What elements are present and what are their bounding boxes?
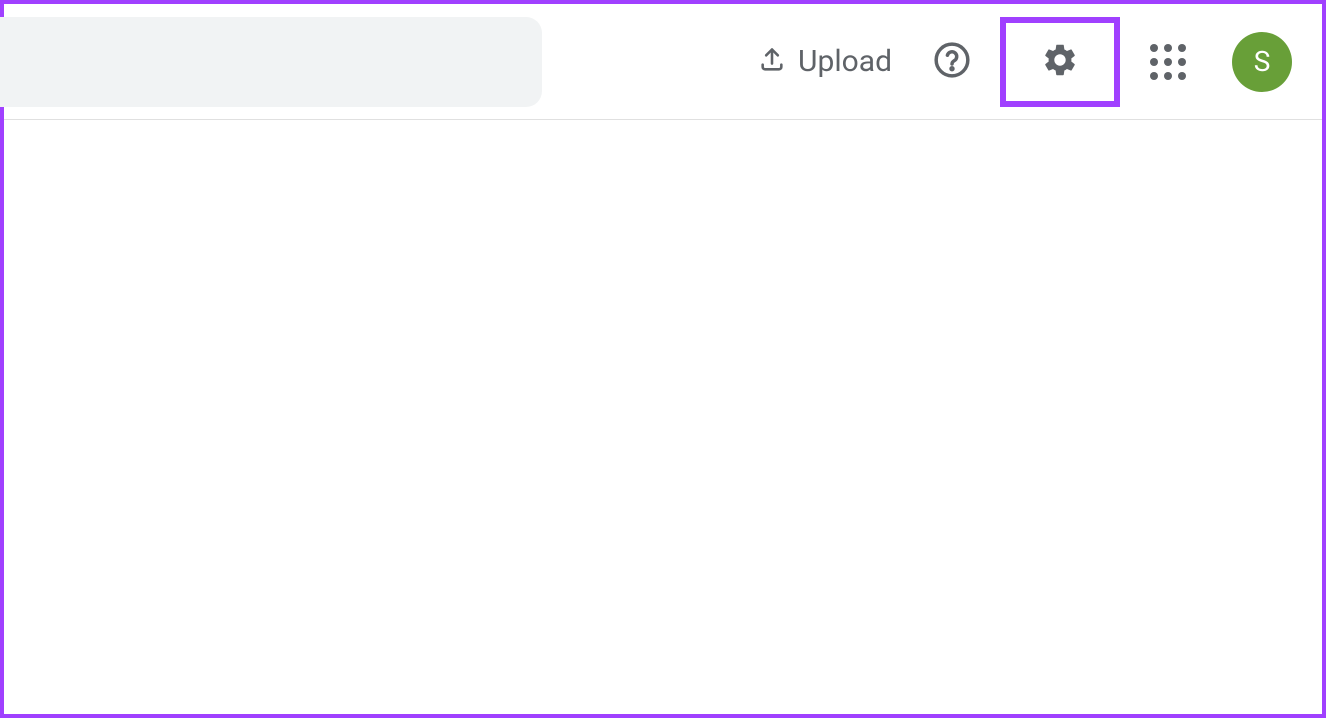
apps-grid-icon	[1150, 44, 1186, 80]
avatar-initial: S	[1254, 45, 1271, 78]
search-input[interactable]	[0, 17, 542, 107]
settings-highlight-box	[1000, 17, 1120, 107]
apps-button[interactable]	[1136, 30, 1200, 94]
help-icon	[933, 41, 971, 83]
avatar[interactable]: S	[1232, 32, 1292, 92]
upload-label: Upload	[798, 44, 892, 79]
upload-icon	[758, 46, 786, 78]
upload-button[interactable]: Upload	[738, 32, 912, 91]
settings-button[interactable]	[1028, 30, 1092, 94]
help-button[interactable]	[920, 30, 984, 94]
main-content	[4, 120, 1322, 714]
gear-icon	[1041, 41, 1079, 83]
header-bar: Upload	[4, 4, 1322, 120]
